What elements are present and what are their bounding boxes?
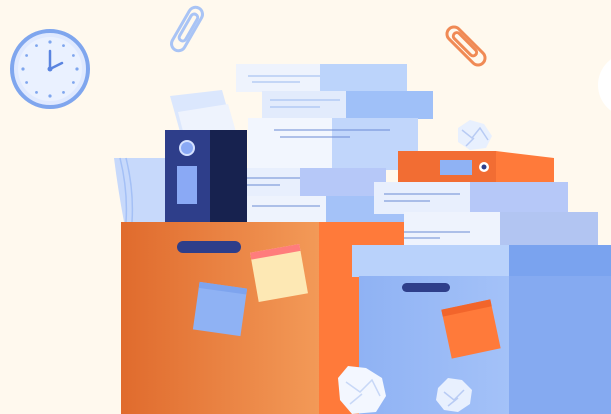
paperclip-icon <box>170 5 204 53</box>
clock-icon <box>10 29 90 109</box>
decorative-circle <box>598 59 611 111</box>
sticky-note-icon <box>192 281 248 337</box>
office-illustration <box>0 0 611 414</box>
sticky-note-icon <box>441 299 501 359</box>
crumpled-paper-icon <box>458 120 492 150</box>
folder-icon <box>398 151 554 182</box>
illustration-canvas <box>10 5 611 414</box>
sticky-note-icon <box>250 244 308 302</box>
paperclip-icon <box>445 25 487 67</box>
paper-stack <box>374 182 598 247</box>
binder-icon <box>165 130 247 224</box>
